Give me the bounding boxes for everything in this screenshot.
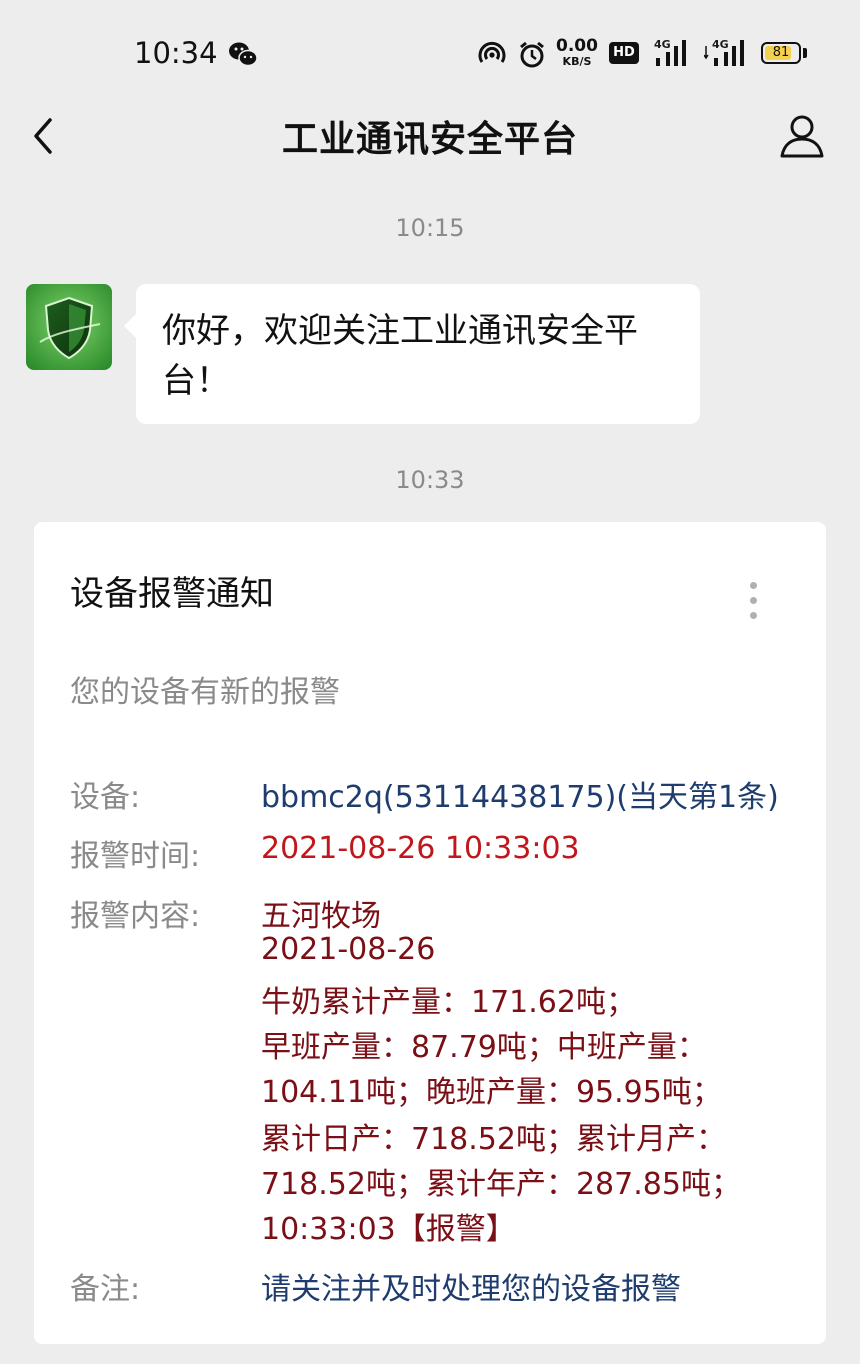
status-bar: 10:34 0.00 KB/S HD 4G 4G 81 [0, 0, 860, 108]
net-speed: 0.00 KB/S [556, 38, 598, 70]
remark-label: 备注: [70, 1272, 141, 1307]
profile-button[interactable] [776, 110, 828, 162]
alarm-content-line: 牛奶累计产量：171.62吨； [261, 985, 636, 1020]
card-title: 设备报警通知 [70, 574, 274, 614]
battery-icon: 81 [761, 42, 801, 64]
message-text-line-1: 你好，欢迎关注工业通讯安全平 [162, 311, 638, 351]
alarm-content-line: 718.52吨；累计年产：287.85吨； [261, 1167, 741, 1202]
device-value: bbmc2q(53114438175)(当天第1条) [261, 780, 779, 815]
net-speed-value: 0.00 [556, 36, 598, 56]
card-subtitle: 您的设备有新的报警 [70, 675, 340, 710]
net-speed-unit: KB/S [562, 55, 592, 68]
message-timestamp: 10:15 [395, 214, 465, 242]
message-text-line-2: 台！ [162, 361, 230, 401]
more-dot [750, 582, 757, 589]
wechat-icon [229, 42, 258, 67]
more-dot [750, 597, 757, 604]
hotspot-icon [478, 41, 506, 63]
battery-cap [803, 48, 807, 58]
page-title: 工业通讯安全平台 [281, 119, 578, 160]
alarm-time-label: 报警时间: [70, 839, 201, 874]
status-time: 10:34 [134, 36, 218, 70]
more-dot [750, 612, 757, 619]
alarm-content-line: 2021-08-26 [261, 932, 436, 967]
message-bubble[interactable]: 你好，欢迎关注工业通讯安全平 台！ [124, 284, 700, 424]
battery-text: 81 [772, 45, 790, 60]
alarm-time-value: 2021-08-26 10:33:03 [261, 831, 580, 866]
nav-bar: 工业通讯安全平台 [0, 100, 860, 172]
device-label: 设备: [70, 780, 141, 815]
signal-icon: 4G [654, 38, 694, 68]
hd-badge: HD [609, 42, 639, 64]
signal-icon: 4G [704, 38, 752, 68]
shield-icon [26, 284, 112, 370]
user-icon [780, 115, 824, 158]
alarm-clock-icon [520, 41, 544, 68]
message-timestamp: 10:33 [395, 466, 465, 494]
alarm-content-line: 10:33:03【报警】 [261, 1212, 516, 1247]
alarm-notification-card[interactable]: 设备报警通知 您的设备有新的报警 设备: bbmc2q(53114438175)… [34, 522, 826, 1344]
remark-value: 请关注并及时处理您的设备报警 [261, 1272, 681, 1307]
alarm-content-line: 早班产量：87.79吨；中班产量： [261, 1030, 707, 1065]
alarm-content-line: 五河牧场 [261, 899, 381, 934]
avatar[interactable] [26, 284, 112, 370]
alarm-content-line: 104.11吨；晚班产量：95.95吨； [261, 1075, 722, 1110]
alarm-content-label: 报警内容: [70, 899, 201, 934]
alarm-content-line: 累计日产：718.52吨；累计月产： [261, 1122, 726, 1157]
more-options-button[interactable] [742, 578, 766, 624]
